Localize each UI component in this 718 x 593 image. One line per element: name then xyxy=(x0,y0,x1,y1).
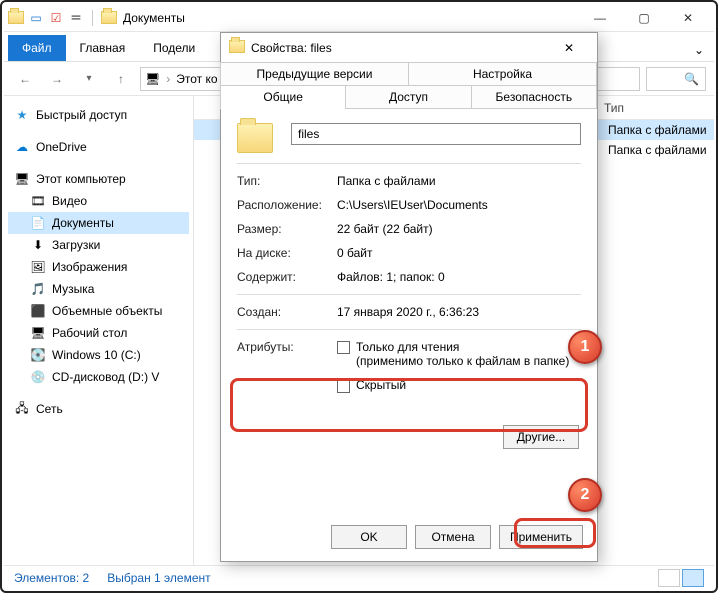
qa-equals-icon[interactable]: ＝ xyxy=(68,10,84,26)
value-contains: Файлов: 1; папок: 0 xyxy=(337,270,581,284)
tree-desktop[interactable]: 🖥Рабочий стол xyxy=(8,322,189,344)
ribbon-share[interactable]: Подели xyxy=(139,35,209,61)
tree-documents[interactable]: 📄Документы xyxy=(8,212,189,234)
tab-general[interactable]: Общие xyxy=(220,85,346,109)
dialog-title: Свойства: files xyxy=(251,41,332,55)
titlebar: ▭ ☑ ＝ Документы — ▢ ✕ xyxy=(4,4,714,32)
folder-icon xyxy=(8,10,24,26)
ribbon-collapse-icon[interactable]: ⌄ xyxy=(684,39,714,61)
forward-button[interactable]: → xyxy=(44,66,70,92)
tree-3d-objects[interactable]: ⬛Объемные объекты xyxy=(8,300,189,322)
tree-downloads[interactable]: ⬇Загрузки xyxy=(8,234,189,256)
properties-dialog: Свойства: files ✕ Предыдущие версии Наст… xyxy=(220,32,598,562)
tree-music[interactable]: 🎵Музыка xyxy=(8,278,189,300)
label-location: Расположение: xyxy=(237,198,337,212)
chevron-down-icon[interactable]: ▾ xyxy=(76,66,102,92)
view-details-button[interactable] xyxy=(658,569,680,587)
value-sizeondisk: 0 байт xyxy=(337,246,581,260)
general-panel: Тип:Папка с файлами Расположение:C:\User… xyxy=(221,109,597,411)
pc-icon: 🖥 xyxy=(145,72,160,86)
status-selected: Выбран 1 элемент xyxy=(107,571,210,585)
label-contains: Содержит: xyxy=(237,270,337,284)
up-button[interactable]: ↑ xyxy=(108,66,134,92)
hidden-row: Скрытый xyxy=(337,378,581,392)
tree-pictures[interactable]: 🖼Изображения xyxy=(8,256,189,278)
dialog-titlebar: Свойства: files ✕ xyxy=(221,33,597,63)
label-created: Создан: xyxy=(237,305,337,319)
hidden-checkbox[interactable] xyxy=(337,380,350,393)
label-size: Размер: xyxy=(237,222,337,236)
folder-large-icon xyxy=(237,123,273,153)
status-bar: Элементов: 2 Выбран 1 элемент xyxy=(4,565,714,589)
nav-tree: ★Быстрый доступ ☁OneDrive 🖥Этот компьюте… xyxy=(4,96,194,565)
readonly-label: Только для чтения xyxy=(356,340,459,354)
tree-quick-access[interactable]: ★Быстрый доступ xyxy=(8,104,189,126)
tree-this-pc[interactable]: 🖥Этот компьютер xyxy=(8,168,189,190)
col-type[interactable]: Тип xyxy=(594,101,634,115)
callout-badge-2: 2 xyxy=(568,478,602,512)
label-sizeondisk: На диске: xyxy=(237,246,337,260)
label-attributes: Атрибуты: xyxy=(237,340,337,354)
search-input[interactable]: 🔍 xyxy=(646,67,706,91)
dialog-close-button[interactable]: ✕ xyxy=(549,41,589,55)
label-type: Тип: xyxy=(237,174,337,188)
maximize-button[interactable]: ▢ xyxy=(622,4,666,32)
callout-badge-1: 1 xyxy=(568,330,602,364)
tree-network[interactable]: 🖧Сеть xyxy=(8,398,189,420)
value-type: Папка с файлами xyxy=(337,174,581,188)
tab-security[interactable]: Безопасность xyxy=(471,85,597,109)
folder-icon xyxy=(101,10,117,26)
readonly-checkbox[interactable] xyxy=(337,341,350,354)
ribbon-home[interactable]: Главная xyxy=(66,35,140,61)
apply-button[interactable]: Применить xyxy=(499,525,583,549)
tree-dvd-drive[interactable]: 💿CD-дисковод (D:) V xyxy=(8,366,189,388)
tab-previous-versions[interactable]: Предыдущие версии xyxy=(220,62,409,86)
value-location: C:\Users\IEUser\Documents xyxy=(337,198,581,212)
window-title: Документы xyxy=(123,11,185,25)
tree-c-drive[interactable]: 💽Windows 10 (C:) xyxy=(8,344,189,366)
breadcrumb-text: Этот ко xyxy=(176,72,217,86)
value-size: 22 байт (22 байт) xyxy=(337,222,581,236)
search-icon: 🔍 xyxy=(684,72,699,86)
close-button[interactable]: ✕ xyxy=(666,4,710,32)
folder-name-input[interactable] xyxy=(291,123,581,145)
folder-icon xyxy=(229,40,245,56)
tree-videos[interactable]: 🎞Видео xyxy=(8,190,189,212)
cancel-button[interactable]: Отмена xyxy=(415,525,491,549)
readonly-note: (применимо только к файлам в папке) xyxy=(356,354,581,368)
tab-sharing[interactable]: Доступ xyxy=(345,85,471,109)
tab-customize[interactable]: Настройка xyxy=(408,62,597,86)
qa-icon[interactable]: ▭ xyxy=(28,10,44,26)
tree-onedrive[interactable]: ☁OneDrive xyxy=(8,136,189,158)
qa-check-icon[interactable]: ☑ xyxy=(48,10,64,26)
back-button[interactable]: ← xyxy=(12,66,38,92)
ribbon-file[interactable]: Файл xyxy=(8,35,66,61)
minimize-button[interactable]: — xyxy=(578,4,622,32)
other-attributes-button[interactable]: Другие... xyxy=(503,425,579,449)
status-count: Элементов: 2 xyxy=(14,571,89,585)
hidden-label: Скрытый xyxy=(356,378,406,392)
readonly-row: Только для чтения (применимо только к фа… xyxy=(337,340,581,368)
view-icons-button[interactable] xyxy=(682,569,704,587)
value-created: 17 января 2020 г., 6:36:23 xyxy=(337,305,581,319)
ok-button[interactable]: OK xyxy=(331,525,407,549)
